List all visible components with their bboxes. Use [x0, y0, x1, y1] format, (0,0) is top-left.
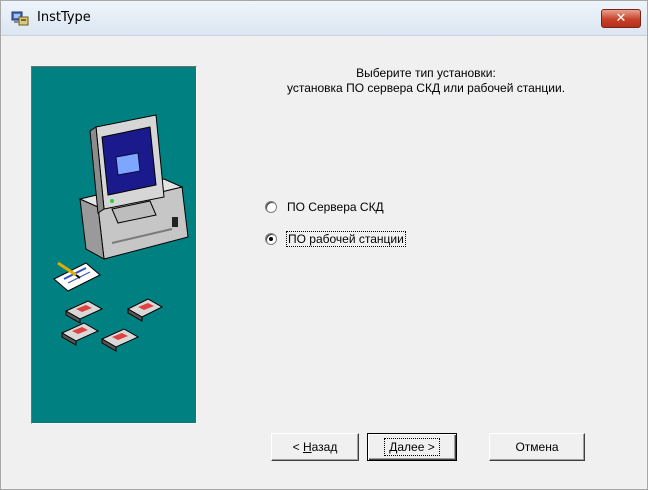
close-button[interactable]: ✕: [601, 9, 641, 28]
radio-workstation-label[interactable]: ПО рабочей станции: [286, 231, 406, 247]
radio-button-unchecked-icon[interactable]: [265, 201, 277, 213]
dialog-client-area: Выберите тип установки: установка ПО сер…: [1, 36, 647, 489]
window-title: InstType: [37, 10, 91, 25]
next-button[interactable]: Далее >: [367, 433, 457, 461]
computer-install-illustration: [53, 114, 189, 352]
cancel-button-label: Отмена: [515, 440, 559, 454]
setup-illustration-panel: [31, 66, 197, 424]
next-button-label: Далее >: [384, 438, 440, 456]
instruction-line-1: Выберите тип установки:: [356, 66, 496, 80]
monitor-icon: [89, 114, 165, 224]
instruction-line-2: установка ПО сервера СКД или рабочей ста…: [286, 81, 566, 95]
floppy-disk-icon-3: [60, 322, 100, 346]
radio-button-checked-icon[interactable]: [265, 233, 277, 245]
radio-server-option[interactable]: ПО Сервера СКД: [265, 198, 384, 216]
back-button[interactable]: < Назад: [271, 433, 359, 461]
notepad-icon: [53, 261, 101, 292]
instruction-text: Выберите тип установки: установка ПО сер…: [231, 66, 621, 96]
cancel-button[interactable]: Отмена: [489, 433, 585, 461]
installer-window: InstType ✕ Выберите тип установки: устан…: [0, 0, 648, 490]
close-icon: ✕: [615, 11, 627, 26]
title-bar[interactable]: InstType ✕: [1, 1, 647, 36]
floppy-disk-icon-2: [126, 298, 164, 322]
back-button-label: < Назад: [292, 440, 338, 454]
floppy-disk-icon-1: [64, 300, 104, 324]
floppy-disk-icon-4: [100, 328, 140, 352]
radio-workstation-option[interactable]: ПО рабочей станции: [265, 230, 406, 248]
radio-server-label[interactable]: ПО Сервера СКД: [287, 200, 384, 214]
installer-app-icon: [11, 11, 29, 26]
